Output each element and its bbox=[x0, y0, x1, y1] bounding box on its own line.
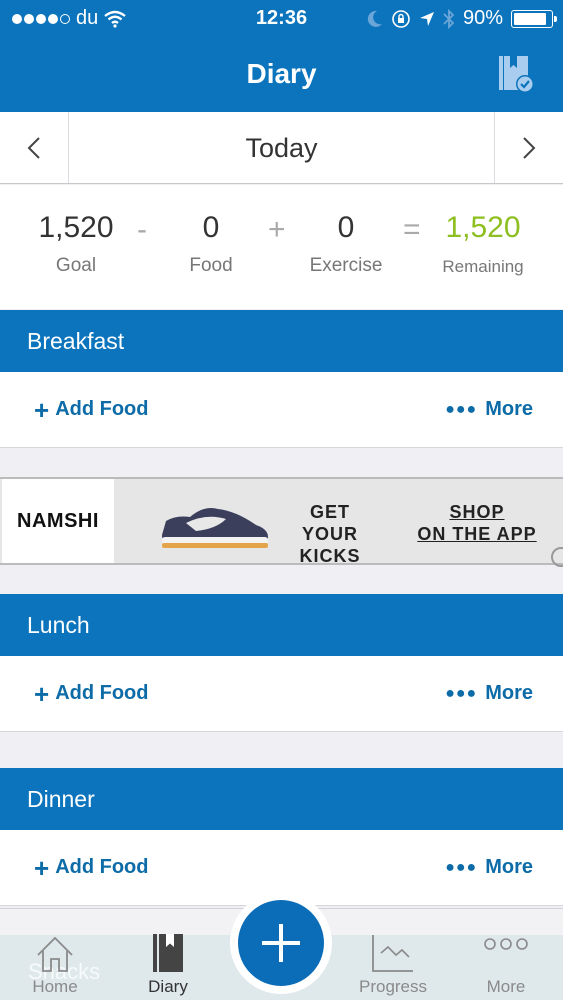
date-navigator: Today bbox=[0, 112, 563, 184]
ad-cta-line2: ON THE APP bbox=[417, 524, 537, 544]
goal-value: 1,520 bbox=[38, 211, 114, 244]
equals-operator: = bbox=[403, 213, 421, 246]
ellipsis-icon: ●●● bbox=[445, 684, 478, 702]
meal-header-breakfast: Breakfast bbox=[0, 310, 563, 372]
battery-level bbox=[514, 12, 547, 25]
battery-percent: 90% bbox=[462, 7, 503, 29]
more-label: More bbox=[485, 682, 533, 704]
meal-section-lunch: + Add Food ●●● More bbox=[0, 656, 563, 732]
more-button[interactable]: ●●● More bbox=[445, 856, 533, 879]
ad-brand-logo: NAMSHI bbox=[2, 479, 114, 563]
tab-diary-label: Diary bbox=[148, 977, 188, 996]
exercise-value: 0 bbox=[337, 211, 355, 244]
food-value: 0 bbox=[202, 211, 220, 244]
meal-header-lunch: Lunch bbox=[0, 594, 563, 656]
next-day-button[interactable] bbox=[494, 112, 563, 183]
tab-home-label: Home bbox=[32, 977, 78, 996]
add-food-label: Add Food bbox=[55, 682, 149, 704]
ad-cta-line1: SHOP bbox=[449, 502, 505, 522]
tab-progress[interactable]: Progress bbox=[348, 923, 438, 997]
add-food-button[interactable]: + Add Food bbox=[34, 852, 149, 883]
tab-progress-label: Progress bbox=[358, 977, 428, 996]
nav-bar: Diary bbox=[0, 38, 563, 112]
sneaker-image bbox=[162, 508, 268, 548]
exercise-label: Exercise bbox=[309, 255, 383, 276]
add-food-button[interactable]: + Add Food bbox=[34, 394, 149, 425]
ellipsis-icon: ●●● bbox=[445, 858, 478, 876]
add-food-label: Add Food bbox=[55, 856, 149, 878]
meal-header-dinner: Dinner bbox=[0, 768, 563, 830]
bluetooth-icon bbox=[443, 8, 455, 29]
add-food-button[interactable]: + Add Food bbox=[34, 678, 149, 709]
plus-icon bbox=[262, 924, 300, 962]
ellipsis-icon: ●●● bbox=[445, 400, 478, 418]
plus-icon: + bbox=[34, 394, 50, 425]
chevron-right-icon bbox=[523, 136, 536, 159]
meal-section-breakfast: + Add Food ●●● More bbox=[0, 372, 563, 448]
diary-complete-icon[interactable] bbox=[497, 54, 533, 94]
tab-more[interactable]: More bbox=[461, 923, 551, 997]
status-bar: du 12:36 90% bbox=[0, 0, 563, 38]
more-dots-icon bbox=[484, 938, 528, 950]
date-label[interactable]: Today bbox=[69, 112, 494, 183]
ad-choices-icon[interactable] bbox=[551, 547, 563, 567]
ad-shop-link[interactable]: SHOP ON THE APP bbox=[412, 501, 542, 545]
remaining-value: 1,520 bbox=[445, 211, 521, 244]
rotation-lock-icon bbox=[392, 9, 410, 28]
progress-chart-icon bbox=[372, 935, 413, 972]
exercise-summary: 0 Exercise bbox=[300, 211, 392, 277]
diary-icon bbox=[153, 934, 183, 972]
food-label: Food bbox=[189, 255, 233, 276]
quick-add-button[interactable] bbox=[238, 900, 324, 986]
add-food-label: Add Food bbox=[55, 398, 149, 420]
minus-operator: - bbox=[137, 213, 147, 246]
battery-icon bbox=[511, 9, 557, 28]
plus-operator: + bbox=[268, 213, 286, 246]
more-button[interactable]: ●●● More bbox=[445, 682, 533, 705]
more-button[interactable]: ●●● More bbox=[445, 398, 533, 421]
food-summary: 0 Food bbox=[170, 211, 252, 277]
plus-icon: + bbox=[34, 852, 50, 883]
tab-home[interactable]: Home bbox=[10, 923, 100, 997]
page-title: Diary bbox=[246, 58, 317, 89]
home-icon bbox=[37, 936, 73, 972]
location-icon bbox=[419, 11, 434, 26]
goal-summary: 1,520 Goal bbox=[26, 211, 126, 277]
remaining-summary: 1,520 Remaining bbox=[432, 211, 534, 277]
tab-diary[interactable]: Diary bbox=[123, 923, 213, 997]
tab-more-label: More bbox=[486, 977, 526, 996]
previous-day-button[interactable] bbox=[0, 112, 69, 183]
ad-tagline: GET YOUR KICKS bbox=[280, 501, 380, 567]
goal-label: Goal bbox=[55, 255, 97, 276]
more-label: More bbox=[485, 856, 533, 878]
plus-icon: + bbox=[34, 678, 50, 709]
calorie-summary: 1,520 Goal - 0 Food + 0 Exercise = 1,520… bbox=[0, 185, 563, 309]
remaining-label: Remaining bbox=[442, 257, 524, 276]
moon-icon bbox=[367, 10, 382, 27]
ad-banner[interactable]: NAMSHI GET YOUR KICKS SHOP ON THE APP bbox=[0, 477, 563, 567]
more-label: More bbox=[485, 398, 533, 420]
ad-tagline-line1: GET YOUR bbox=[301, 502, 358, 544]
chevron-left-icon bbox=[27, 136, 40, 159]
ad-tagline-line2: KICKS bbox=[299, 546, 361, 566]
